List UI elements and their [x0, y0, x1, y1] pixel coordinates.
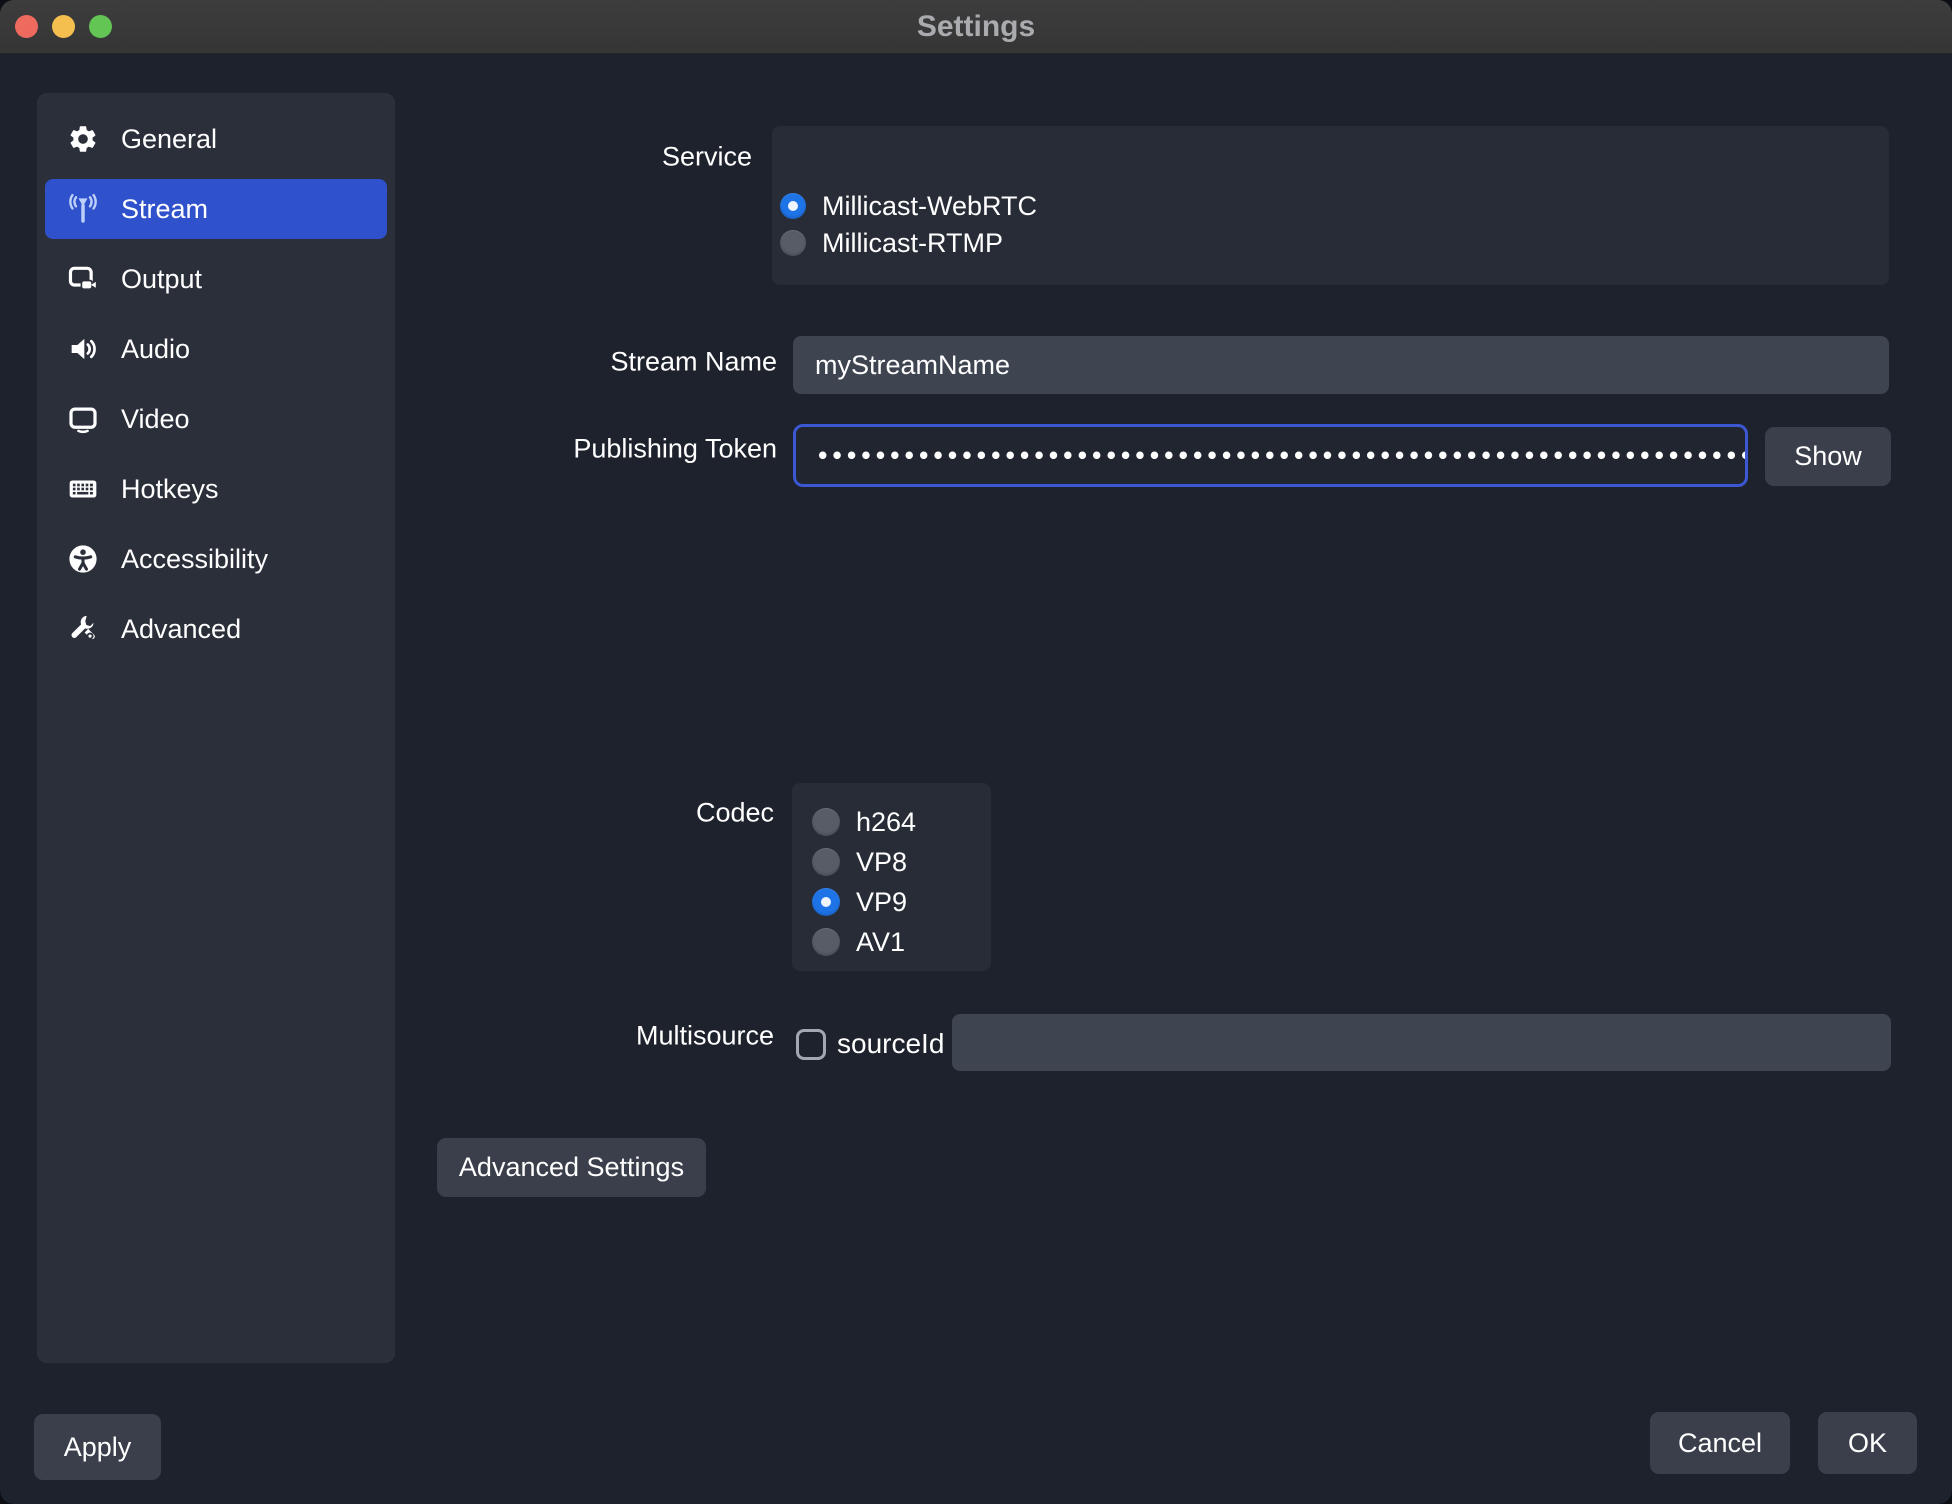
sidebar-item-output[interactable]: Output: [45, 249, 387, 309]
sidebar-item-label: Hotkeys: [121, 474, 219, 505]
codec-label: Codec: [696, 798, 774, 829]
radio-unselected-icon[interactable]: [812, 928, 840, 956]
screen-camera-icon: [67, 263, 99, 295]
sidebar-item-label: Stream: [121, 194, 208, 225]
tools-icon: [67, 613, 99, 645]
sidebar-item-accessibility[interactable]: Accessibility: [45, 529, 387, 589]
service-radio-group: Millicast-WebRTC Millicast-RTMP: [772, 126, 1889, 285]
codec-option-h264[interactable]: h264: [812, 808, 991, 836]
accessibility-icon: [67, 543, 99, 575]
speaker-icon: [67, 333, 99, 365]
advanced-settings-button[interactable]: Advanced Settings: [437, 1138, 706, 1197]
publishing-token-label: Publishing Token: [573, 434, 777, 465]
ok-button[interactable]: OK: [1818, 1412, 1917, 1474]
window-title: Settings: [0, 0, 1952, 53]
sidebar-item-video[interactable]: Video: [45, 389, 387, 449]
gear-icon: [67, 123, 99, 155]
sidebar-item-label: Audio: [121, 334, 190, 365]
stream-name-label: Stream Name: [610, 347, 777, 378]
codec-option-av1[interactable]: AV1: [812, 928, 991, 956]
sourceid-checkbox-label: sourceId: [837, 1028, 944, 1060]
radio-unselected-icon[interactable]: [780, 230, 806, 256]
sidebar-item-label: Video: [121, 404, 190, 435]
sidebar-item-advanced[interactable]: Advanced: [45, 599, 387, 659]
radio-unselected-icon[interactable]: [812, 848, 840, 876]
sourceid-checkbox[interactable]: [796, 1029, 826, 1060]
apply-button[interactable]: Apply: [34, 1414, 161, 1480]
sidebar: General Stream: [37, 93, 395, 1363]
sidebar-item-hotkeys[interactable]: Hotkeys: [45, 459, 387, 519]
service-option-millicast-rtmp[interactable]: Millicast-RTMP: [780, 229, 1889, 257]
stream-name-input[interactable]: [793, 336, 1889, 394]
titlebar: Settings: [0, 0, 1952, 54]
sidebar-item-general[interactable]: General: [45, 109, 387, 169]
radio-selected-icon[interactable]: [812, 888, 840, 916]
cancel-button[interactable]: Cancel: [1650, 1412, 1790, 1474]
multisource-label: Multisource: [636, 1021, 774, 1052]
radio-unselected-icon[interactable]: [812, 808, 840, 836]
radio-selected-icon[interactable]: [780, 193, 806, 219]
sidebar-item-stream[interactable]: Stream: [45, 179, 387, 239]
sidebar-item-label: Output: [121, 264, 202, 295]
broadcast-icon: [67, 193, 99, 225]
codec-option-vp8[interactable]: VP8: [812, 848, 991, 876]
sidebar-item-label: Advanced: [121, 614, 241, 645]
service-option-millicast-webrtc[interactable]: Millicast-WebRTC: [780, 192, 1889, 220]
service-label: Service: [662, 142, 752, 173]
codec-option-vp9[interactable]: VP9: [812, 888, 991, 916]
sidebar-item-label: Accessibility: [121, 544, 268, 575]
monitor-icon: [67, 403, 99, 435]
sidebar-item-audio[interactable]: Audio: [45, 319, 387, 379]
publishing-token-input[interactable]: ••••••••••••••••••••••••••••••••••••••••…: [793, 424, 1748, 487]
settings-window: Settings General Stream: [0, 0, 1952, 1504]
keyboard-icon: [67, 473, 99, 505]
masked-token-value: ••••••••••••••••••••••••••••••••••••••••…: [816, 444, 1745, 468]
codec-radio-group: h264 VP8 VP9 AV1: [792, 783, 991, 971]
sidebar-item-label: General: [121, 124, 217, 155]
sourceid-input[interactable]: [952, 1014, 1891, 1071]
show-token-button[interactable]: Show: [1765, 427, 1891, 486]
